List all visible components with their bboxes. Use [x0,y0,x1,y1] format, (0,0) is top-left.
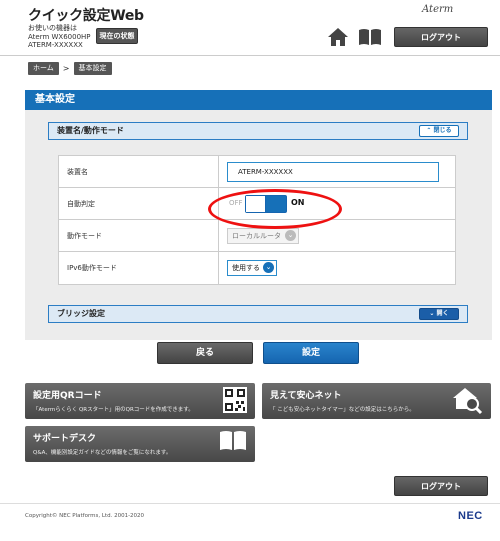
qr-tile-desc: 「Atermらくらく QRスタート」用のQRコードを作成できます。 [33,407,194,413]
support-tile-title: サポートデスク [33,434,97,444]
auto-detect-label: 自動判定 [59,188,219,219]
chevron-down-icon: ⌄ [285,230,296,241]
table-row: 装置名 ATERM-XXXXXX [59,156,455,188]
highlight-ring [208,189,342,229]
device-caption: お使いの機器は [28,24,77,32]
footer-divider [0,503,500,504]
logout-button-bottom[interactable]: ログアウト [394,476,488,496]
home-icon[interactable] [327,27,349,47]
operation-mode-label: 動作モード [59,220,219,251]
qr-code-tile[interactable]: 設定用QRコード 「Atermらくらく QRスタート」用のQRコードを作成できま… [25,383,255,419]
breadcrumb-home[interactable]: ホーム [28,62,59,75]
support-desk-tile[interactable]: サポートデスク Q&A、機能別設定ガイドなどの情報をご覧になれます。 [25,426,255,462]
nec-logo: NEC [458,510,483,522]
support-tile-desc: Q&A、機能別設定ガイドなどの情報をご覧になれます。 [33,450,172,456]
qr-code-icon [223,387,247,413]
header-divider [0,55,500,56]
device-section-header[interactable]: 装置名/動作モード ⌃ 閉じる [48,122,468,140]
ipv6-mode-cell: 使用する ⌄ [219,252,455,284]
current-status-button[interactable]: 現在の状態 [96,28,138,44]
device-id: ATERM-XXXXXX [28,41,83,49]
safety-tile-title: 見えて安心ネット [270,391,342,401]
operation-mode-value: ローカルルータ [232,232,281,240]
logout-button-top[interactable]: ログアウト [394,27,488,47]
chevron-down-icon: ⌄ [429,310,437,317]
save-button[interactable]: 設定 [263,342,359,364]
qr-tile-title: 設定用QRコード [33,391,102,401]
operation-mode-select: ローカルルータ ⌄ [227,228,299,244]
aterm-logo: Aterm [422,4,454,15]
chevron-down-icon: ⌄ [263,262,274,273]
device-info: お使いの機器は Aterm WX6000HP ATERM-XXXXXX [28,24,91,50]
collapse-label: 閉じる [433,127,452,134]
table-row: IPv6動作モード 使用する ⌄ [59,252,455,284]
ipv6-mode-value: 使用する [232,264,260,272]
device-model: Aterm WX6000HP [28,32,91,41]
expand-button[interactable]: ⌄ 開く [419,308,459,320]
safety-tile-desc: 「 こども安心ネットタイマー」などの設定はこちらから。 [270,407,415,413]
header: クイック設定Web お使いの機器は Aterm WX6000HP ATERM-X… [0,0,500,56]
manual-book-icon[interactable] [358,28,382,46]
device-section-title: 装置名/動作モード [57,126,124,135]
page-title: 基本設定 [35,94,75,105]
house-search-icon [453,388,483,415]
device-name-input[interactable]: ATERM-XXXXXX [227,162,439,182]
collapse-button[interactable]: ⌃ 閉じる [419,125,459,137]
breadcrumb-current: 基本設定 [73,62,112,75]
device-name-label: 装置名 [59,156,219,187]
breadcrumb-separator: > [62,64,70,73]
breadcrumb: ホーム > 基本設定 [28,62,112,75]
chevron-up-icon: ⌃ [426,127,434,134]
page-title-band: 基本設定 [25,90,492,110]
mieru-anshin-tile[interactable]: 見えて安心ネット 「 こども安心ネットタイマー」などの設定はこちらから。 [262,383,491,419]
copyright-text: Copyright© NEC Platforms, Ltd. 2001-2020 [25,513,145,519]
bridge-section-header[interactable]: ブリッジ設定 ⌄ 開く [48,305,468,323]
expand-label: 開く [436,310,449,317]
bridge-section-title: ブリッジ設定 [57,309,105,318]
ipv6-mode-select[interactable]: 使用する ⌄ [227,260,277,276]
support-book-icon [220,431,246,450]
ipv6-mode-label: IPv6動作モード [59,252,219,284]
app-title: クイック設定Web [28,8,144,24]
back-button[interactable]: 戻る [157,342,253,364]
device-name-cell: ATERM-XXXXXX [219,156,455,187]
